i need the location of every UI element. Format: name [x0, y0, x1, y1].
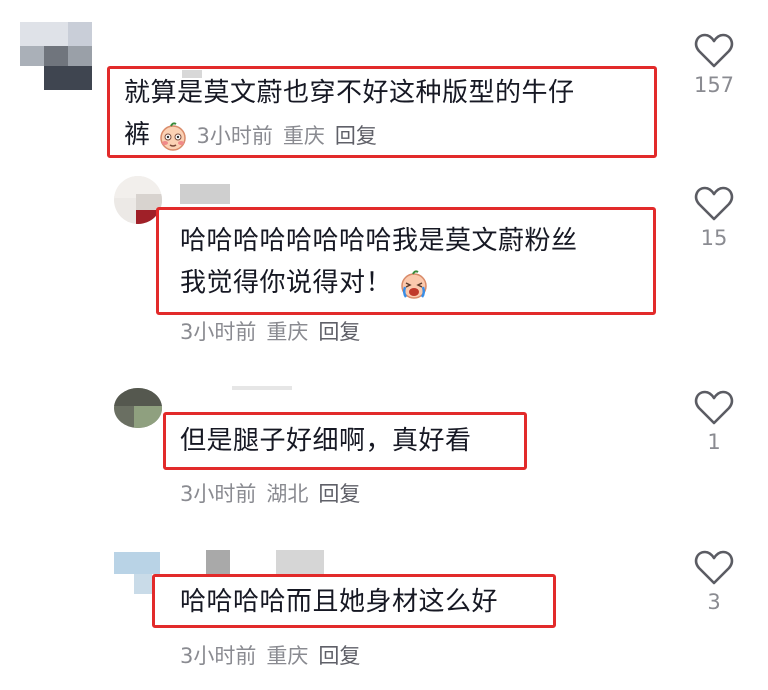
- avatar[interactable]: [114, 176, 162, 224]
- comment-1: 就算是莫文蔚也穿不好这种版型的牛仔 裤 3小时前 重庆 回复 157: [0, 0, 768, 175]
- laughing-crying-emoji-icon: [401, 269, 427, 299]
- comment-text-line-1: 就算是莫文蔚也穿不好这种版型的牛仔: [124, 78, 575, 108]
- comment-text-line-2-text: 裤: [124, 120, 151, 150]
- like-button[interactable]: 157: [684, 33, 744, 97]
- reply-button[interactable]: 回复: [318, 482, 360, 506]
- username-redacted[interactable]: [206, 550, 326, 576]
- comment-2: 哈哈哈哈哈哈哈哈我是莫文蔚粉丝 我觉得你说得对！ 3小时前 重庆 回复 15: [0, 170, 768, 360]
- comment-meta: 3小时前 重庆 回复: [197, 124, 387, 148]
- like-button[interactable]: 15: [684, 186, 744, 250]
- like-count: 157: [693, 73, 735, 97]
- reply-button[interactable]: 回复: [318, 644, 360, 668]
- like-count: 1: [707, 430, 721, 454]
- like-count: 15: [700, 226, 728, 250]
- comment-location: 重庆: [282, 124, 325, 148]
- heart-icon: [694, 550, 734, 585]
- like-count: 3: [707, 590, 721, 614]
- comment-location: 重庆: [266, 644, 309, 668]
- heart-icon: [694, 33, 734, 68]
- username-redacted[interactable]: [232, 386, 292, 392]
- comment-text[interactable]: 哈哈哈哈而且她身材这么好: [180, 581, 498, 623]
- comment-text-line-2: 我觉得你说得对！: [180, 262, 578, 304]
- comment-text-line-2: 裤 3小时前 重庆 回复: [124, 114, 575, 157]
- comment-time: 3小时前: [180, 320, 257, 344]
- comment-time: 3小时前: [180, 482, 257, 506]
- heart-icon: [694, 186, 734, 221]
- like-button[interactable]: 1: [684, 390, 744, 454]
- username-redacted[interactable]: [180, 184, 236, 204]
- comment-text-line-1: 哈哈哈哈哈哈哈哈我是莫文蔚粉丝: [180, 226, 578, 256]
- reply-button[interactable]: 回复: [335, 124, 377, 148]
- comment-location: 重庆: [266, 320, 309, 344]
- comment-text[interactable]: 但是腿子好细啊，真好看: [180, 420, 472, 462]
- like-button[interactable]: 3: [684, 550, 744, 614]
- avatar[interactable]: [114, 388, 162, 428]
- comment-4: 哈哈哈哈而且她身材这么好 3小时前 重庆 回复 3: [0, 540, 768, 690]
- blushing-face-emoji-icon: [159, 121, 186, 151]
- comment-meta: 3小时前 重庆 回复: [180, 316, 370, 346]
- comment-time: 3小时前: [180, 644, 257, 668]
- comment-text-line-2-text: 我觉得你说得对！: [180, 268, 393, 298]
- comment-time: 3小时前: [196, 124, 273, 148]
- heart-icon: [694, 390, 734, 425]
- comment-text[interactable]: 就算是莫文蔚也穿不好这种版型的牛仔 裤 3小时前 重庆 回复: [124, 72, 575, 157]
- comment-text-line-1: 哈哈哈哈而且她身材这么好: [180, 587, 499, 617]
- comment-meta: 3小时前 重庆 回复: [180, 640, 370, 670]
- avatar-pixelated[interactable]: [20, 22, 92, 90]
- comment-text-line-1: 但是腿子好细啊，真好看: [180, 426, 472, 456]
- comment-text[interactable]: 哈哈哈哈哈哈哈哈我是莫文蔚粉丝 我觉得你说得对！: [180, 220, 578, 304]
- reply-button[interactable]: 回复: [318, 320, 360, 344]
- comment-location: 湖北: [266, 482, 309, 506]
- comment-meta: 3小时前 湖北 回复: [180, 478, 370, 508]
- comment-3: 但是腿子好细啊，真好看 3小时前 湖北 回复 1: [0, 380, 768, 520]
